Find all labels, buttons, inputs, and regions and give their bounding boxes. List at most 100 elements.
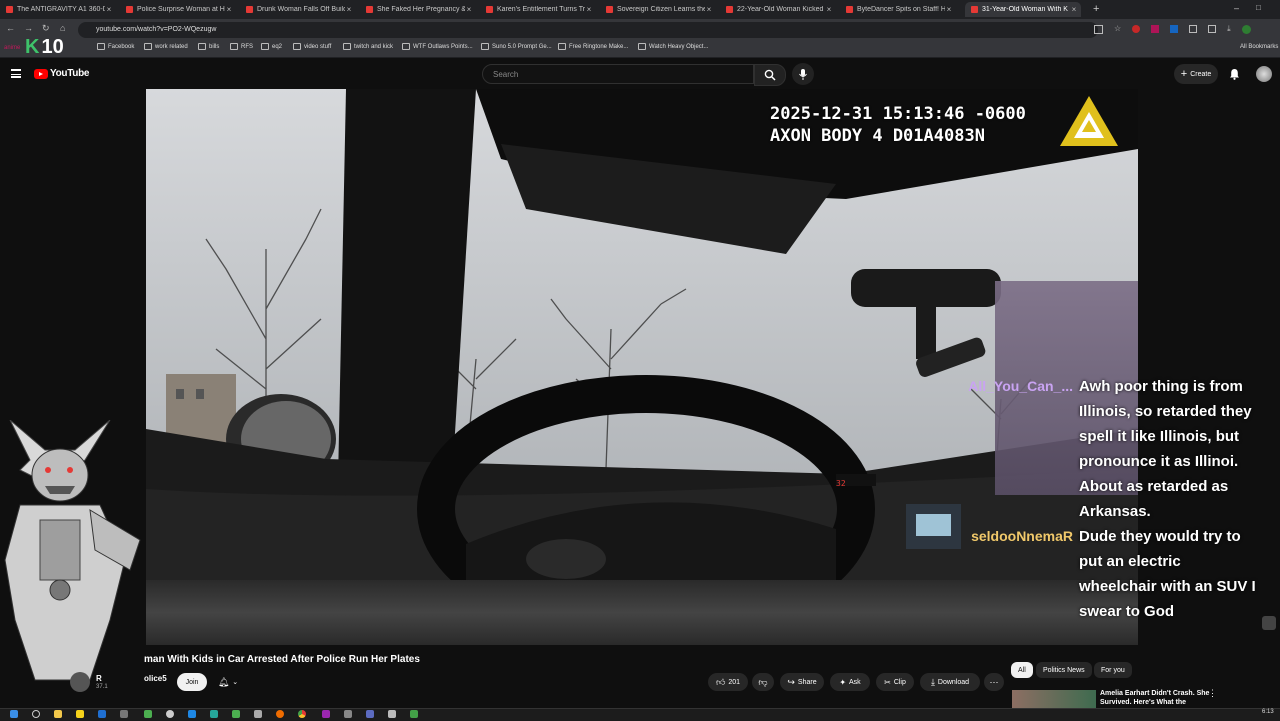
profile-avatar[interactable]: [1241, 25, 1251, 34]
account-avatar[interactable]: [1256, 66, 1272, 82]
home-icon[interactable]: ⌂: [60, 23, 65, 33]
browser-tab[interactable]: ByteDancer Spits on Staff! Her ×: [840, 2, 956, 17]
extensions-puzzle-icon[interactable]: [1189, 25, 1198, 33]
taskbar-app-icon[interactable]: [276, 710, 284, 718]
all-bookmarks[interactable]: All Bookmarks: [1240, 44, 1278, 50]
ask-button[interactable]: ✦ Ask: [830, 673, 870, 691]
file-explorer-icon[interactable]: [54, 710, 62, 718]
youtube-favicon-icon: [971, 6, 978, 13]
taskbar-app-icon[interactable]: [188, 710, 196, 718]
taskbar-app-icon[interactable]: [76, 710, 84, 718]
filter-chip[interactable]: Politics News: [1036, 662, 1092, 678]
browser-tab[interactable]: 22-Year-Old Woman Kicked O ×: [720, 2, 836, 17]
channel-avatar[interactable]: [70, 672, 90, 692]
new-tab-button[interactable]: +: [1093, 3, 1099, 15]
voice-search-button[interactable]: [792, 63, 814, 85]
browser-tab[interactable]: Karen's Entitlement Turns Traff ×: [480, 2, 596, 17]
bookmark-item[interactable]: Facebook: [97, 43, 134, 50]
sidepanel-icon[interactable]: [1208, 25, 1217, 33]
notifications-bell-icon[interactable]: [1229, 68, 1240, 80]
bookmark-item[interactable]: eq2: [261, 43, 282, 50]
cast-icon[interactable]: [1094, 25, 1103, 34]
bookmark-label: work related: [155, 43, 188, 50]
taskbar-app-icon[interactable]: [344, 710, 352, 718]
subscriber-count: 37.1: [96, 684, 108, 690]
bookmark-item[interactable]: Watch Heavy Object...: [638, 43, 708, 50]
taskbar-app-icon[interactable]: [232, 710, 240, 718]
taskbar-app-icon[interactable]: [366, 710, 374, 718]
taskbar-app-icon[interactable]: [120, 710, 128, 718]
close-tab-icon[interactable]: ×: [945, 5, 953, 14]
close-tab-icon[interactable]: ×: [225, 5, 233, 14]
youtube-logo[interactable]: YouTube: [34, 68, 90, 79]
more-actions-button[interactable]: ⋯: [984, 673, 1004, 691]
download-button[interactable]: ⤓ Download: [920, 673, 980, 691]
windows-start-icon[interactable]: [10, 710, 18, 718]
close-tab-icon[interactable]: ×: [465, 5, 473, 14]
hamburger-menu-icon[interactable]: [11, 69, 21, 78]
create-button[interactable]: + Create: [1174, 64, 1218, 84]
bookmark-item[interactable]: Suno 5.0 Prompt Ge...: [481, 43, 552, 50]
taskbar-app-icon[interactable]: [388, 710, 396, 718]
bookmark-item[interactable]: WTF Outlaws Points...: [402, 43, 473, 50]
channel-name-tail[interactable]: olice5: [144, 674, 167, 683]
notification-toggle[interactable]: 🔔︎ ⌄: [213, 673, 243, 691]
browser-tab[interactable]: The ANTIGRAVITY A1 360-Deg×: [0, 2, 116, 17]
minimize-button[interactable]: –: [1234, 3, 1239, 13]
search-input[interactable]: Search: [482, 64, 754, 84]
filter-chip[interactable]: All: [1011, 662, 1033, 678]
browser-tab[interactable]: She Faked Her Pregnancy & To×: [360, 2, 476, 17]
taskbar-app-icon[interactable]: [166, 710, 174, 718]
downloads-icon[interactable]: ⤓: [1227, 25, 1231, 34]
corner-widget-icon[interactable]: [1262, 616, 1276, 630]
taskbar-app-icon[interactable]: [254, 710, 262, 718]
browser-tab[interactable]: Police Surprise Woman at Hom ×: [120, 2, 236, 17]
clip-button[interactable]: ✂ Clip: [876, 673, 914, 691]
youtube-favicon-icon: [606, 6, 613, 13]
extension-icon[interactable]: [1151, 25, 1160, 33]
join-button[interactable]: Join: [177, 673, 207, 691]
close-tab-icon[interactable]: ×: [705, 5, 713, 14]
bookmark-star-icon[interactable]: ☆: [1114, 25, 1121, 34]
close-tab-icon[interactable]: ×: [345, 5, 353, 14]
browser-tab[interactable]: Sovereign Citizen Learns the H ×: [600, 2, 716, 17]
close-tab-icon[interactable]: ×: [1070, 5, 1078, 14]
browser-tab[interactable]: Drunk Woman Falls Off Buildin ×: [240, 2, 356, 17]
taskbar-app-icon[interactable]: [98, 710, 106, 718]
extension-icon[interactable]: [1170, 25, 1179, 33]
recommended-title[interactable]: Amelia Earhart Didn't Crash. She Survive…: [1100, 689, 1209, 707]
reload-icon[interactable]: ↻: [42, 23, 50, 34]
taskbar-app-icon[interactable]: [410, 710, 418, 718]
extension-icon[interactable]: [1132, 25, 1141, 33]
forward-icon[interactable]: →: [24, 23, 33, 33]
search-button[interactable]: [754, 64, 786, 86]
bookmark-item[interactable]: work related: [144, 43, 188, 50]
taskbar-app-icon[interactable]: [322, 710, 330, 718]
bookmark-item[interactable]: twitch and kick: [343, 43, 393, 50]
taskbar-search-icon[interactable]: [32, 710, 40, 718]
taskbar-app-icon[interactable]: [210, 710, 218, 718]
share-button[interactable]: ↪ Share: [780, 673, 824, 691]
close-tab-icon[interactable]: ×: [105, 5, 113, 14]
taskbar-app-icon[interactable]: [144, 710, 152, 718]
channel-name[interactable]: R: [96, 674, 102, 683]
back-icon[interactable]: ←: [6, 23, 15, 33]
maximize-button[interactable]: □: [1256, 3, 1261, 12]
bookmark-item[interactable]: bills: [198, 43, 219, 50]
address-bar[interactable]: youtube.com/watch?v=PO2-WQezugw: [78, 22, 1098, 38]
recommended-thumbnail[interactable]: [1012, 690, 1096, 708]
dislike-button[interactable]: 👎︎: [752, 673, 774, 691]
chrome-icon[interactable]: [298, 710, 306, 718]
like-button[interactable]: 👍︎ 201: [708, 673, 748, 691]
bookmark-item[interactable]: Free Ringtone Make...: [558, 43, 628, 50]
filter-chip[interactable]: For you: [1094, 662, 1132, 678]
close-tab-icon[interactable]: ×: [825, 5, 833, 14]
bookmark-item[interactable]: video stuff: [293, 43, 331, 50]
recommended-menu-icon[interactable]: ⋮: [1208, 688, 1217, 699]
bookmark-item[interactable]: RFS: [230, 43, 253, 50]
counter-prefix: K: [25, 36, 40, 58]
browser-tab[interactable]: 31-Year-Old Woman With K ×: [965, 2, 1081, 17]
close-tab-icon[interactable]: ×: [585, 5, 593, 14]
bookmark-label: twitch and kick: [354, 43, 394, 50]
youtube-wordmark: YouTube: [50, 68, 90, 79]
